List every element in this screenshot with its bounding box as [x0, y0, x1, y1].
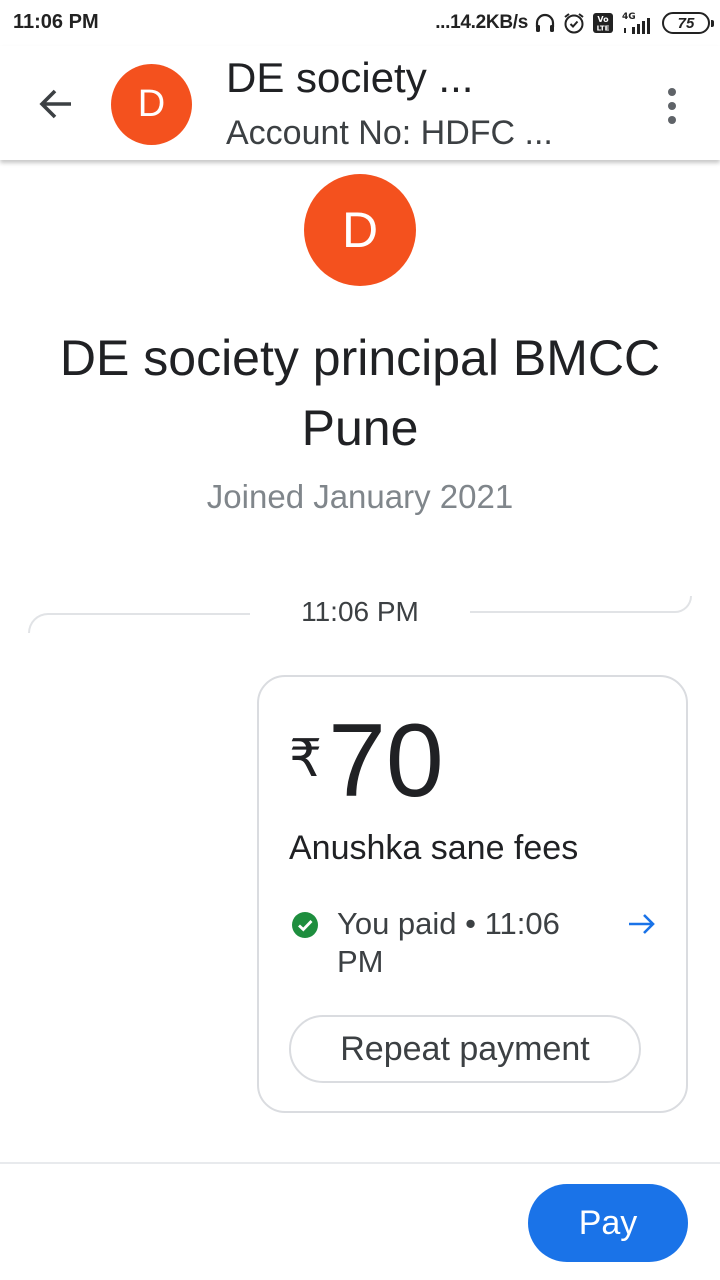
profile-avatar: D [304, 174, 416, 286]
network-type: 4G [622, 12, 636, 22]
alarm-icon [562, 11, 586, 35]
joined-date: Joined January 2021 [206, 478, 514, 515]
header-subtitle[interactable]: Account No: HDFC ... [226, 114, 553, 153]
volte-icon: Vo LTE [592, 12, 614, 34]
status-icons: ...14.2KB/s Vo LTE 4G 75 [435, 8, 714, 38]
more-dot-icon [668, 102, 676, 110]
check-circle-icon [292, 912, 318, 938]
currency-symbol: ₹ [289, 730, 323, 788]
back-arrow-icon [39, 89, 71, 119]
status-time: 11:06 PM [13, 11, 99, 33]
payment-card[interactable]: ₹ 70 Anushka sane fees You paid • 11:06 … [257, 675, 688, 1113]
amount-row: ₹ 70 [289, 699, 444, 823]
svg-text:Vo: Vo [597, 15, 609, 24]
pay-button[interactable]: Pay [528, 1184, 688, 1262]
payment-status: You paid • 11:06 PM [337, 906, 560, 979]
network-speed: ...14.2KB/s [435, 12, 528, 33]
header-title[interactable]: DE society ... [226, 54, 473, 102]
bottom-divider [0, 1162, 720, 1164]
profile-name: DE society principal BMCC Pune [59, 330, 661, 456]
battery-icon: 75 [662, 12, 714, 34]
payment-note: Anushka sane fees [289, 829, 579, 867]
arrow-right-icon[interactable] [625, 907, 659, 941]
status-bar: 11:06 PM ...14.2KB/s Vo LTE 4G 75 [0, 0, 720, 46]
more-dot-icon [668, 88, 676, 96]
payment-amount: 70 [328, 703, 444, 819]
app-bar: D DE society ... Account No: HDFC ... [0, 46, 720, 160]
signal-icon: 4G [620, 10, 656, 36]
svg-text:LTE: LTE [597, 25, 610, 33]
headphones-icon [534, 12, 556, 34]
more-dot-icon [668, 116, 676, 124]
header-avatar[interactable]: D [111, 64, 192, 145]
more-options-button[interactable] [654, 84, 690, 128]
back-button[interactable] [34, 82, 78, 126]
battery-level: 75 [677, 14, 695, 32]
repeat-payment-button[interactable]: Repeat payment [289, 1015, 641, 1083]
divider-line [470, 596, 692, 613]
